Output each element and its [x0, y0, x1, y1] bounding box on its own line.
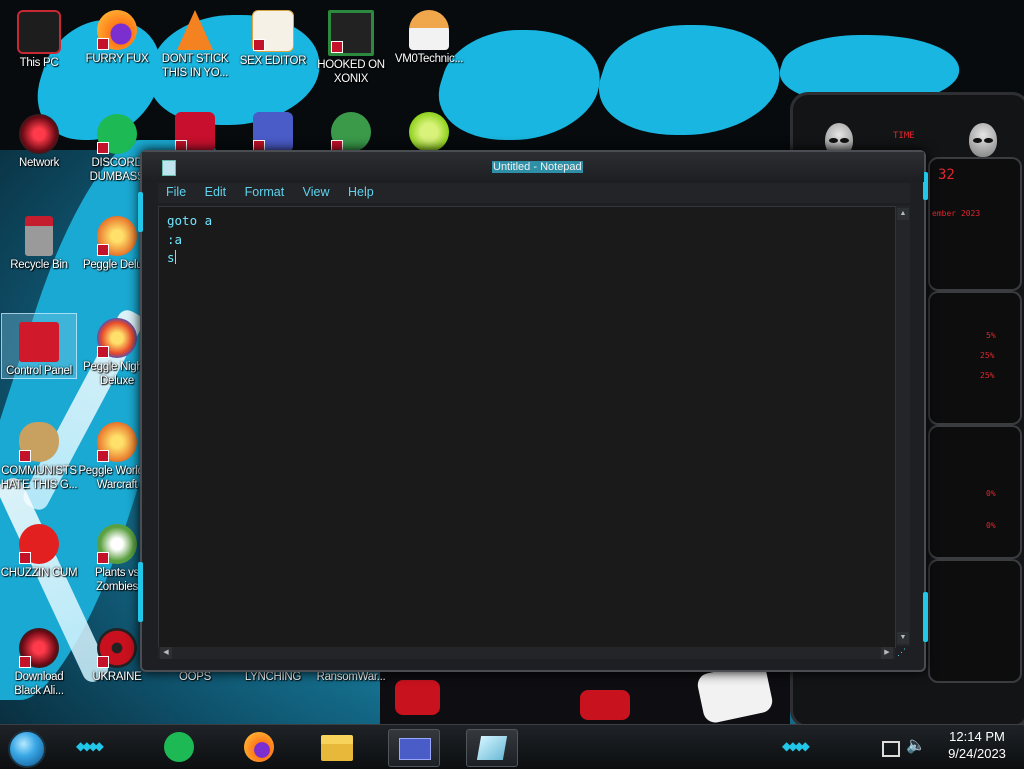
start-button[interactable]: [8, 730, 46, 768]
notepad-app-icon: [162, 160, 176, 176]
alien-head-icon: [969, 123, 997, 157]
lime-icon: [409, 112, 449, 152]
alienware-download-icon: [19, 628, 59, 668]
scroll-left-arrow-icon[interactable]: ◀: [160, 647, 172, 659]
horizontal-scrollbar[interactable]: ◀ ▶: [158, 647, 895, 659]
menu-view[interactable]: View: [295, 183, 336, 199]
gadget-network-panel: [928, 559, 1022, 683]
this-pc-shortcut[interactable]: This PC: [0, 2, 78, 70]
doctor-icon: [409, 10, 449, 50]
window-app-shortcut[interactable]: [234, 104, 312, 154]
clock-date: 9/24/2023: [948, 746, 1006, 761]
alienware-network-icon: [19, 114, 59, 154]
dev-cpp-icon: [175, 112, 215, 152]
gadget-cpu-readout-2: 25%: [980, 351, 995, 360]
gadget-disk-panel: 0% 0%: [928, 425, 1022, 559]
gadget-date-readout: ember 2023: [932, 209, 981, 218]
taskbar-window-app[interactable]: [388, 729, 440, 767]
text-caret: [174, 250, 176, 264]
network-shortcut[interactable]: Network: [0, 106, 78, 170]
recycle-bin-icon: [25, 216, 53, 256]
control-panel-icon: [19, 322, 59, 362]
window-app-icon: [253, 112, 293, 152]
taskbar-spotify[interactable]: [154, 729, 204, 765]
text-line-2: :a: [167, 231, 183, 247]
santa-game-icon: [331, 112, 371, 152]
peggle-icon: [97, 216, 137, 256]
firefox-icon: [97, 10, 137, 50]
chevron-decoration-icon: ◆◆◆◆: [782, 739, 810, 753]
text-line-1: goto a: [167, 213, 213, 228]
dev-cpp-shortcut[interactable]: [156, 104, 234, 154]
discord-icon: [97, 114, 137, 154]
vm0technic-shortcut[interactable]: VM0Technic...: [390, 2, 468, 66]
gadget-cpu-readout-1: 5%: [986, 331, 996, 340]
sex-editor-shortcut[interactable]: SEX EDITOR: [234, 2, 312, 68]
notepad-title-bar[interactable]: Untitled - Notepad: [142, 152, 924, 182]
santa-game-shortcut[interactable]: [312, 104, 390, 154]
taskbar-firefox[interactable]: [234, 729, 284, 765]
scroll-down-arrow-icon[interactable]: ▼: [897, 632, 909, 644]
xonix-icon: [328, 10, 374, 56]
communists-shortcut[interactable]: COMMUNISTS HATE THIS G...: [0, 414, 78, 492]
vlc-cone-icon: [177, 10, 213, 50]
lime-shortcut[interactable]: [390, 104, 468, 154]
hooked-on-xonix-shortcut[interactable]: HOOKED ON XONIX: [312, 2, 390, 86]
volume-icon[interactable]: 🔈: [906, 735, 926, 755]
gadget-cpu-readout-3: 25%: [980, 371, 995, 380]
hxd-icon: [252, 10, 294, 52]
taskbar-clock[interactable]: 12:14 PM 9/24/2023: [935, 728, 1019, 762]
glass-app-icon: [476, 736, 508, 760]
gadget-disk-readout-2: 0%: [986, 521, 996, 530]
text-editor-area[interactable]: goto a :a s: [158, 206, 896, 648]
gadget-time-label: TIME: [893, 131, 915, 141]
notepad-window[interactable]: Untitled - Notepad File Edit Format View…: [138, 150, 928, 672]
peggle-wow-icon: [97, 422, 137, 462]
window-title: Untitled - Notepad: [492, 161, 583, 173]
gadget-cpu-panel: 5% 25% 25%: [928, 291, 1022, 425]
scroll-right-arrow-icon[interactable]: ▶: [881, 647, 893, 659]
spotify-icon: [164, 732, 194, 762]
pvz-icon: [97, 524, 137, 564]
control-panel-shortcut[interactable]: Control Panel: [1, 313, 77, 379]
resize-grip-icon[interactable]: ⋰: [897, 647, 909, 659]
furry-fux-shortcut[interactable]: FURRY FUX: [78, 2, 156, 66]
menu-bar: File Edit Format View Help: [158, 183, 910, 203]
gadget-day-readout: 32: [938, 167, 955, 183]
firefox-icon: [244, 732, 274, 762]
money-bag-icon: [19, 422, 59, 462]
menu-edit[interactable]: Edit: [197, 183, 233, 199]
window-app-icon: [399, 738, 431, 760]
chuzzin-cum-shortcut[interactable]: CHUZZIN CUM: [0, 516, 78, 580]
peggle-nights-icon: [97, 318, 137, 358]
taskbar-file-explorer[interactable]: [312, 729, 362, 765]
network-icon[interactable]: [882, 741, 900, 757]
menu-file[interactable]: File: [158, 183, 192, 199]
taskbar-glass-app[interactable]: [466, 729, 518, 767]
taskbar: ◆◆◆◆ ◆◆◆◆ 🔈 12:14 PM 9/24/2023: [0, 724, 1024, 769]
menu-help[interactable]: Help: [340, 183, 380, 199]
file-explorer-icon: [321, 735, 353, 761]
recycle-bin-shortcut[interactable]: Recycle Bin: [0, 208, 78, 272]
gadget-disk-readout-1: 0%: [986, 489, 996, 498]
download-black-ali-shortcut[interactable]: Download Black Ali...: [0, 620, 78, 698]
dont-stick-shortcut[interactable]: DONT STICK THIS IN YO...: [156, 2, 234, 80]
gadget-clock-panel: 32 ember 2023: [928, 157, 1022, 291]
chevron-decoration-icon: ◆◆◆◆: [76, 739, 104, 753]
menu-format[interactable]: Format: [237, 183, 291, 199]
editor-text: goto a :a s: [167, 212, 212, 268]
radiation-icon: [97, 628, 137, 668]
vertical-scrollbar[interactable]: ▲ ▼: [895, 206, 910, 646]
chuzzle-icon: [19, 524, 59, 564]
text-line-3: s: [167, 250, 175, 265]
computer-icon: [17, 10, 61, 54]
clock-time: 12:14 PM: [949, 729, 1005, 744]
scroll-up-arrow-icon[interactable]: ▲: [897, 208, 909, 220]
